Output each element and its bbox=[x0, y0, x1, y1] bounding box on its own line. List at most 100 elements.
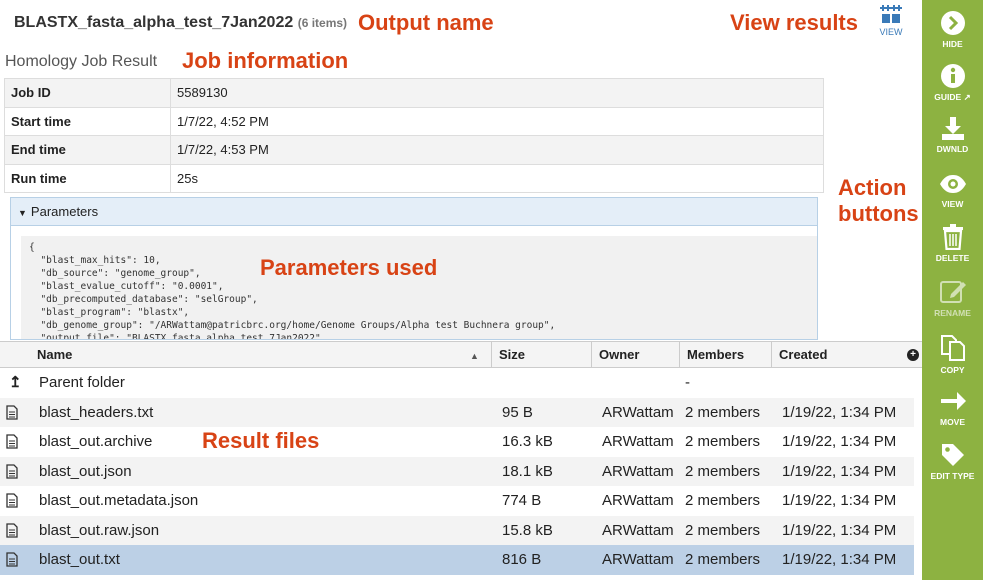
table-row[interactable]: blast_out.json 18.1 kB ARWattam 2 member… bbox=[0, 456, 914, 486]
annotation-action-line1: Action bbox=[838, 175, 907, 200]
file-owner: ARWattam bbox=[602, 462, 674, 480]
file-size: 816 B bbox=[502, 551, 542, 568]
job-info-key: End time bbox=[4, 135, 171, 165]
document-icon bbox=[6, 434, 18, 449]
document-icon bbox=[6, 493, 18, 508]
file-size: 18.1 kB bbox=[502, 462, 553, 480]
parameters-label: Parameters bbox=[30, 204, 99, 219]
annotation-action-line2: buttons bbox=[838, 201, 919, 226]
file-members: 2 members bbox=[685, 433, 761, 450]
file-members: 2 members bbox=[685, 462, 761, 480]
file-owner: ARWattam bbox=[602, 521, 674, 539]
trash-icon bbox=[942, 224, 963, 250]
annotation-action-buttons: Action buttons bbox=[838, 175, 919, 227]
file-created: 1/19/22, 1:34 PM bbox=[782, 403, 897, 421]
file-name: blast_headers.txt bbox=[39, 403, 154, 421]
job-info-row: Run time 25s bbox=[4, 163, 824, 193]
rename-button[interactable]: RENAME bbox=[922, 277, 983, 318]
view-results-icon bbox=[880, 5, 902, 23]
delete-label: DELETE bbox=[935, 253, 970, 263]
edit-type-button[interactable]: EDIT TYPE bbox=[922, 442, 983, 481]
tag-icon bbox=[941, 444, 964, 466]
view-results-label: VIEW bbox=[879, 27, 903, 37]
job-info-key: Run time bbox=[4, 163, 171, 193]
arrow-right-icon bbox=[940, 392, 966, 410]
sort-ascending-icon[interactable]: ▲ bbox=[470, 351, 479, 361]
download-label: DWNLD bbox=[936, 144, 969, 154]
guide-label: GUIDE bbox=[934, 92, 962, 102]
parameters-json-box: { "blast_max_hits": 10, "db_source": "ge… bbox=[21, 236, 817, 339]
result-files-grid: Name ▲ Size Owner Members Created + ↥ Pa… bbox=[0, 341, 922, 580]
parent-folder-row[interactable]: ↥ Parent folder - bbox=[0, 368, 914, 398]
file-created: 1/19/22, 1:34 PM bbox=[782, 492, 897, 509]
file-created: 1/19/22, 1:34 PM bbox=[782, 551, 897, 568]
job-info-value: 5589130 bbox=[170, 78, 824, 108]
view-label: VIEW bbox=[941, 199, 964, 209]
job-info-row: End time 1/7/22, 4:53 PM bbox=[4, 135, 824, 165]
table-row[interactable]: blast_headers.txt 95 B ARWattam 2 member… bbox=[0, 397, 914, 427]
item-count: (6 items) bbox=[297, 16, 348, 30]
file-name: blast_out.txt bbox=[39, 551, 120, 568]
job-info-key: Start time bbox=[4, 106, 171, 136]
edit-type-label: EDIT TYPE bbox=[930, 471, 975, 481]
document-icon bbox=[6, 463, 18, 479]
guide-button[interactable]: GUIDE ↗ bbox=[922, 63, 983, 103]
edit-icon bbox=[939, 281, 966, 303]
view-results-button[interactable]: VIEW bbox=[876, 5, 906, 37]
job-info-value: 1/7/22, 4:53 PM bbox=[170, 135, 824, 165]
job-info-value: 25s bbox=[170, 163, 824, 193]
copy-button[interactable]: COPY bbox=[922, 334, 983, 375]
file-members: 2 members bbox=[685, 551, 761, 568]
column-header-members[interactable]: Members bbox=[680, 342, 772, 368]
download-button[interactable]: DWNLD bbox=[922, 115, 983, 154]
file-owner: ARWattam bbox=[602, 492, 674, 509]
annotation-job-information: Job information bbox=[182, 48, 349, 73]
annotation-parameters-used: Parameters used bbox=[260, 255, 438, 280]
copy-label: COPY bbox=[940, 365, 965, 375]
table-row[interactable]: blast_out.raw.json 15.8 kB ARWattam 2 me… bbox=[0, 515, 914, 545]
file-size: 15.8 kB bbox=[502, 521, 553, 539]
file-name: blast_out.archive bbox=[39, 433, 153, 450]
table-row[interactable]: blast_out.metadata.json 774 B ARWattam 2… bbox=[0, 486, 914, 516]
job-info-row: Start time 1/7/22, 4:52 PM bbox=[4, 106, 824, 136]
file-name: Parent folder bbox=[39, 374, 125, 391]
file-members: 2 members bbox=[685, 492, 761, 509]
parameters-toggle[interactable]: ▼ Parameters bbox=[11, 198, 817, 226]
file-size: 95 B bbox=[502, 403, 533, 421]
annotation-output-name: Output name bbox=[358, 10, 494, 35]
file-name: blast_out.raw.json bbox=[39, 521, 160, 539]
header: BLASTX_fasta_alpha_test_7Jan2022 (6 item… bbox=[0, 0, 922, 46]
hide-label: HIDE bbox=[942, 39, 963, 49]
caret-down-icon: ▼ bbox=[18, 208, 27, 218]
document-icon bbox=[6, 552, 18, 567]
chevron-right-circle-icon bbox=[940, 11, 965, 35]
document-icon bbox=[6, 404, 18, 420]
file-members: 2 members bbox=[685, 521, 761, 539]
output-title: BLASTX_fasta_alpha_test_7Jan2022 (6 item… bbox=[14, 14, 347, 32]
file-created: 1/19/22, 1:34 PM bbox=[782, 462, 897, 480]
up-arrow-icon: ↥ bbox=[9, 374, 22, 391]
column-header-name[interactable]: Name bbox=[30, 342, 492, 368]
file-owner: ARWattam bbox=[602, 551, 674, 568]
column-header-size[interactable]: Size bbox=[492, 342, 592, 368]
view-button[interactable]: VIEW bbox=[922, 172, 983, 209]
eye-icon bbox=[939, 175, 966, 193]
add-column-icon[interactable]: + bbox=[907, 349, 919, 361]
move-button[interactable]: MOVE bbox=[922, 388, 983, 427]
hide-button[interactable]: HIDE bbox=[922, 10, 983, 49]
move-label: MOVE bbox=[939, 417, 966, 427]
action-sidebar: HIDE GUIDE ↗ DWNLD VIEW DELETE RENAME CO… bbox=[922, 0, 983, 580]
column-header-created[interactable]: Created bbox=[772, 342, 922, 368]
delete-button[interactable]: DELETE bbox=[922, 224, 983, 263]
column-header-owner[interactable]: Owner bbox=[592, 342, 680, 368]
file-size: 16.3 kB bbox=[502, 433, 553, 450]
job-info-key: Job ID bbox=[4, 78, 171, 108]
job-result-heading: Homology Job Result bbox=[5, 53, 158, 70]
job-info-table: Job ID 5589130 Start time 1/7/22, 4:52 P… bbox=[4, 78, 824, 193]
file-owner: ARWattam bbox=[602, 433, 674, 450]
file-members: 2 members bbox=[685, 403, 761, 421]
output-name: BLASTX_fasta_alpha_test_7Jan2022 bbox=[14, 14, 294, 31]
file-members: - bbox=[685, 374, 690, 391]
table-row-selected[interactable]: blast_out.txt 816 B ARWattam 2 members 1… bbox=[0, 545, 914, 575]
table-row[interactable]: blast_out.archive 16.3 kB ARWattam 2 mem… bbox=[0, 427, 914, 457]
